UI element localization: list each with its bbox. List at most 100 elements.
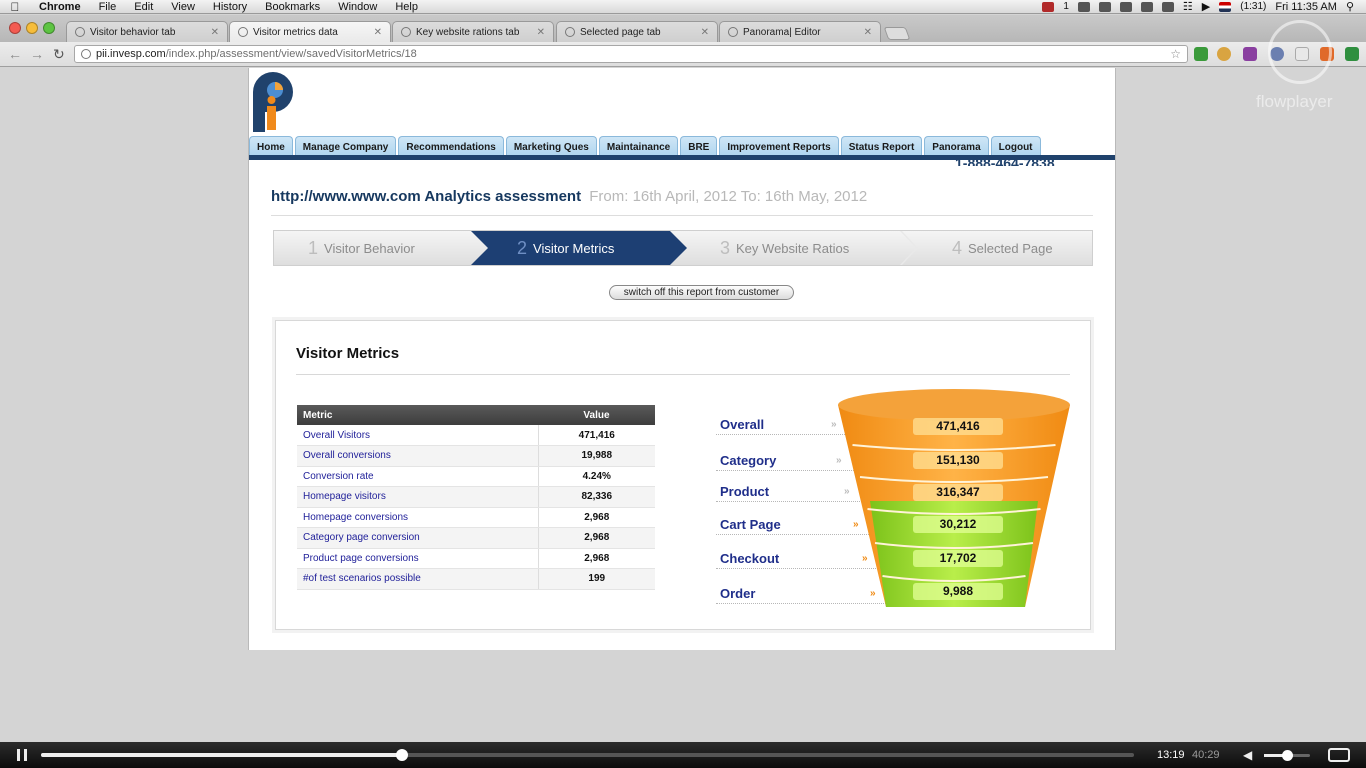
menu-file[interactable]: File <box>90 0 126 14</box>
volume-slider[interactable] <box>1264 750 1310 761</box>
funnel-value: 30,212 <box>913 516 1003 533</box>
reload-icon[interactable]: ↻ <box>53 46 65 62</box>
metric-name[interactable]: Conversion rate <box>297 466 539 487</box>
progress-track[interactable] <box>41 749 1134 761</box>
extension-icon-2[interactable] <box>1217 47 1231 61</box>
table-row: Homepage visitors 82,336 <box>297 486 655 508</box>
back-arrow-icon[interactable]: ← <box>8 46 22 62</box>
metric-value: 19,988 <box>538 445 655 467</box>
volume-icon[interactable]: ◀ <box>1243 748 1252 762</box>
bookmark-star-icon[interactable]: ☆ <box>1170 47 1181 61</box>
step-wizard: 1 Visitor Behavior 2 Visitor Metrics 3 K… <box>273 230 1093 266</box>
video-player-controls: 13:19 40:29 ◀ <box>0 742 1366 768</box>
forward-arrow-icon[interactable]: → <box>30 46 44 62</box>
table-row: Overall conversions 19,988 <box>297 445 655 467</box>
menu-bookmarks[interactable]: Bookmarks <box>256 0 329 14</box>
step-visitor-metrics[interactable]: 2 Visitor Metrics <box>517 231 614 265</box>
tab-close-icon[interactable]: ✕ <box>864 27 872 38</box>
divider <box>271 215 1093 216</box>
metric-name[interactable]: Homepage visitors <box>297 486 539 508</box>
funnel-label: Overall <box>720 417 765 432</box>
tab-title: Selected page tab <box>580 26 661 38</box>
status-area: 1 ☷ ▶ (1:31) Fri 11:35 AM ⚲ <box>1042 0 1366 13</box>
funnel-top <box>838 389 1070 421</box>
volume-menu-icon[interactable]: ▶ <box>1202 0 1210 13</box>
web-page: Home Manage Company Recommendations Mark… <box>248 68 1116 650</box>
volume-knob[interactable] <box>1282 750 1293 761</box>
funnel-label: Order <box>720 586 756 601</box>
metric-value: 2,968 <box>538 548 655 569</box>
tab-close-icon[interactable]: ✕ <box>211 27 219 38</box>
progress-fill <box>41 753 402 757</box>
metric-name[interactable]: Category page conversion <box>297 527 539 549</box>
metric-name[interactable]: Product page conversions <box>297 548 539 569</box>
step-label: Key Website Ratios <box>736 240 850 256</box>
extension-icon-1[interactable] <box>1194 47 1208 61</box>
panel-title: Visitor Metrics <box>296 345 400 362</box>
address-bar[interactable]: pii.invesp.com /index.php/assessment/vie… <box>74 45 1188 63</box>
column-header-value: Value <box>538 405 655 425</box>
menu-window[interactable]: Window <box>329 0 386 14</box>
tab-favicon <box>238 27 248 37</box>
browser-tab-3[interactable]: Key website rations tab ✕ <box>392 21 554 42</box>
wifi-icon[interactable]: ☷ <box>1183 0 1193 13</box>
menu-app[interactable]: Chrome <box>30 0 90 14</box>
step-key-website-ratios[interactable]: 3 Key Website Ratios <box>720 231 849 265</box>
browser-tab-1[interactable]: Visitor behavior tab ✕ <box>66 21 228 42</box>
metric-value: 2,968 <box>538 507 655 528</box>
funnel-value: 151,130 <box>913 452 1003 469</box>
status-icon-e[interactable] <box>1161 1 1174 12</box>
site-logo[interactable] <box>251 70 299 132</box>
metrics-table: Metric Value Overall Visitors 471,416 Over… <box>297 405 655 590</box>
browser-tab-2[interactable]: Visitor metrics data ✕ <box>229 21 391 42</box>
scrubber-handle[interactable] <box>395 749 408 761</box>
page-title: http://www.www.com Analytics assessment … <box>271 188 867 205</box>
flowplayer-watermark: flowplayer <box>1256 20 1348 115</box>
metric-value: 4.24% <box>538 466 655 487</box>
step-selected-page[interactable]: 4 Selected Page <box>952 231 1053 265</box>
menu-view[interactable]: View <box>162 0 204 14</box>
metric-name[interactable]: Overall Visitors <box>297 425 539 446</box>
metrics-table-body: Overall Visitors 471,416 Overall conversio… <box>297 425 655 590</box>
table-row: Conversion rate 4.24% <box>297 466 655 487</box>
tab-title: Visitor behavior tab <box>90 26 176 38</box>
tab-close-icon[interactable]: ✕ <box>374 27 382 38</box>
metric-value: 82,336 <box>538 486 655 508</box>
metric-name[interactable]: #of test scenarios possible <box>297 568 539 590</box>
status-app-icon[interactable] <box>1042 1 1055 12</box>
status-icon-b[interactable] <box>1098 1 1111 12</box>
menu-edit[interactable]: Edit <box>125 0 162 14</box>
metric-value: 2,968 <box>538 527 655 549</box>
step-visitor-behavior[interactable]: 1 Visitor Behavior <box>308 231 415 265</box>
window-close-button[interactable] <box>9 22 21 34</box>
pause-icon[interactable] <box>17 749 27 761</box>
tab-close-icon[interactable]: ✕ <box>701 27 709 38</box>
apple-icon[interactable]:  <box>0 0 30 14</box>
metric-name[interactable]: Homepage conversions <box>297 507 539 528</box>
window-zoom-button[interactable] <box>43 22 55 34</box>
fullscreen-icon[interactable] <box>1328 748 1350 762</box>
divider <box>296 374 1070 375</box>
tab-close-icon[interactable]: ✕ <box>537 27 545 38</box>
battery-indicator[interactable]: (1:31) <box>1240 1 1266 12</box>
menu-help[interactable]: Help <box>386 0 427 14</box>
status-icon-d[interactable] <box>1140 1 1153 12</box>
spotlight-icon[interactable]: ⚲ <box>1346 0 1354 13</box>
flag-icon[interactable] <box>1219 1 1232 12</box>
switch-off-report-button[interactable]: switch off this report from customer <box>609 285 794 300</box>
new-tab-button[interactable] <box>883 27 911 40</box>
extension-icon-3[interactable] <box>1243 47 1257 61</box>
browser-tab-5[interactable]: Panorama| Editor ✕ <box>719 21 881 42</box>
browser-tab-4[interactable]: Selected page tab ✕ <box>556 21 718 42</box>
metric-name[interactable]: Overall conversions <box>297 445 539 467</box>
step-separator <box>900 231 918 265</box>
status-icon-a[interactable] <box>1077 1 1090 12</box>
funnel-label: Product <box>720 484 770 499</box>
status-icon-c[interactable] <box>1119 1 1132 12</box>
status-adobe[interactable]: 1 <box>1063 1 1069 12</box>
window-minimize-button[interactable] <box>26 22 38 34</box>
menubar-clock[interactable]: Fri 11:35 AM <box>1275 1 1337 13</box>
menu-history[interactable]: History <box>204 0 256 14</box>
assessment-dates: From: 16th April, 2012 To: 16th May, 201… <box>589 188 868 205</box>
funnel-label: Checkout <box>720 551 780 566</box>
